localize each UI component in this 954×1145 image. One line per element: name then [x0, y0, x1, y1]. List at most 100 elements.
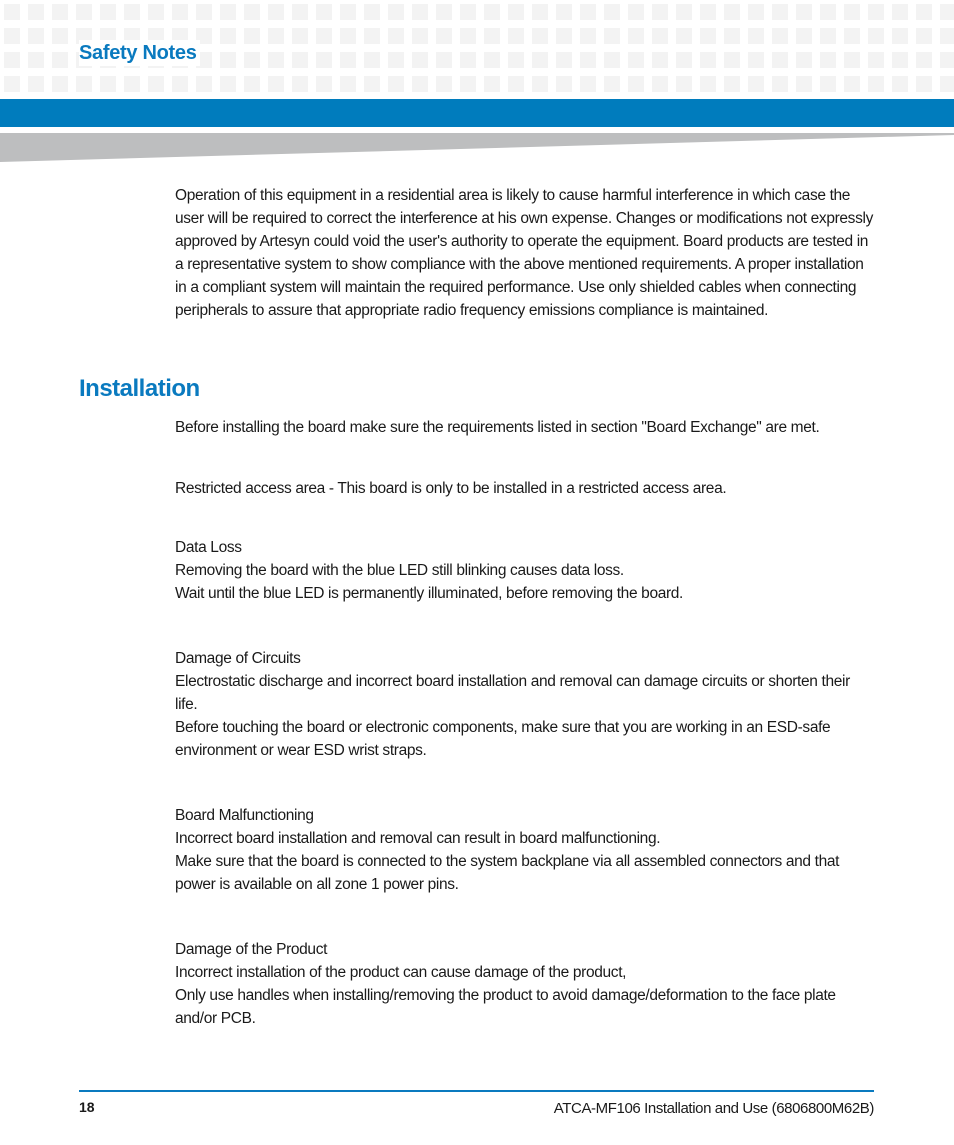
installation-paragraph-1-container: Before installing the board make sure th… [175, 416, 875, 439]
grid-square [748, 28, 764, 44]
grid-square [388, 28, 404, 44]
grid-square [364, 4, 380, 20]
grid-square [772, 76, 788, 92]
grid-square [748, 52, 764, 68]
grid-square [772, 4, 788, 20]
grid-square [556, 28, 572, 44]
grid-square [460, 4, 476, 20]
grid-square [340, 52, 356, 68]
grid-square [940, 52, 954, 68]
notice-line: Removing the board with the blue LED sti… [175, 562, 624, 579]
grid-square [316, 52, 332, 68]
grid-square [532, 76, 548, 92]
grid-square [652, 4, 668, 20]
grid-square [4, 76, 20, 92]
grid-square [748, 4, 764, 20]
grid-square [316, 28, 332, 44]
grid-square [772, 28, 788, 44]
grid-square [724, 76, 740, 92]
grid-square [844, 76, 860, 92]
notice-line: Only use handles when installing/removin… [175, 987, 836, 1027]
grid-square [244, 52, 260, 68]
grid-square [892, 76, 908, 92]
grid-square [868, 52, 884, 68]
grid-square [292, 76, 308, 92]
grid-square [340, 76, 356, 92]
grid-square [676, 4, 692, 20]
grid-square [796, 76, 812, 92]
grid-square [532, 28, 548, 44]
grid-square [100, 4, 116, 20]
grid-square [220, 4, 236, 20]
grid-square [268, 28, 284, 44]
grid-square [316, 76, 332, 92]
grid-square [244, 28, 260, 44]
notice-board-malfunctioning: Board Malfunctioning Incorrect board ins… [175, 804, 875, 896]
grid-square [292, 4, 308, 20]
grid-square [100, 76, 116, 92]
grid-square [628, 52, 644, 68]
grid-square [412, 4, 428, 20]
grid-square [508, 52, 524, 68]
notice-line: Make sure that the board is connected to… [175, 853, 840, 893]
grid-square [316, 4, 332, 20]
notice-line: Wait until the blue LED is permanently i… [175, 585, 684, 602]
notice-line: Electrostatic discharge and incorrect bo… [175, 673, 850, 713]
grid-square [436, 52, 452, 68]
grid-square [4, 4, 20, 20]
grid-square [796, 28, 812, 44]
footer-divider [79, 1090, 874, 1092]
grid-square [820, 4, 836, 20]
grid-square [772, 52, 788, 68]
grid-square [580, 76, 596, 92]
grid-square [892, 4, 908, 20]
grid-square [268, 76, 284, 92]
grid-square [52, 4, 68, 20]
page-number: 18 [79, 1099, 95, 1115]
grid-square [532, 4, 548, 20]
grid-square [124, 4, 140, 20]
grid-square [172, 4, 188, 20]
intro-paragraph: Operation of this equipment in a residen… [175, 187, 873, 319]
grid-square [796, 4, 812, 20]
grid-square [652, 52, 668, 68]
grid-square [892, 52, 908, 68]
notice-line: Before touching the board or electronic … [175, 719, 831, 759]
grid-square [652, 28, 668, 44]
grid-square [748, 76, 764, 92]
grid-square [220, 52, 236, 68]
grid-square [28, 76, 44, 92]
grid-square [172, 76, 188, 92]
grid-square [28, 28, 44, 44]
notice-line: Incorrect installation of the product ca… [175, 964, 627, 981]
grid-square [580, 52, 596, 68]
grid-square [820, 76, 836, 92]
grid-square [508, 76, 524, 92]
grid-square [460, 28, 476, 44]
grid-square [436, 76, 452, 92]
grid-square [484, 28, 500, 44]
grid-square [76, 4, 92, 20]
grid-square [724, 4, 740, 20]
grid-square [484, 52, 500, 68]
grid-square [724, 28, 740, 44]
grid-square [244, 4, 260, 20]
grid-square [604, 28, 620, 44]
grid-square [724, 52, 740, 68]
grid-square [916, 28, 932, 44]
grid-square [556, 52, 572, 68]
grid-square [844, 52, 860, 68]
grid-square [28, 52, 44, 68]
grid-square [676, 76, 692, 92]
grid-square [388, 76, 404, 92]
grid-square [196, 4, 212, 20]
grid-square [844, 28, 860, 44]
footer-document-title: ATCA-MF106 Installation and Use (6806800… [553, 1100, 875, 1117]
grid-square [484, 76, 500, 92]
grid-square [268, 52, 284, 68]
header-gray-wedge [0, 133, 954, 162]
grid-square [268, 4, 284, 20]
grid-square [652, 76, 668, 92]
grid-square [4, 52, 20, 68]
grid-square [916, 76, 932, 92]
